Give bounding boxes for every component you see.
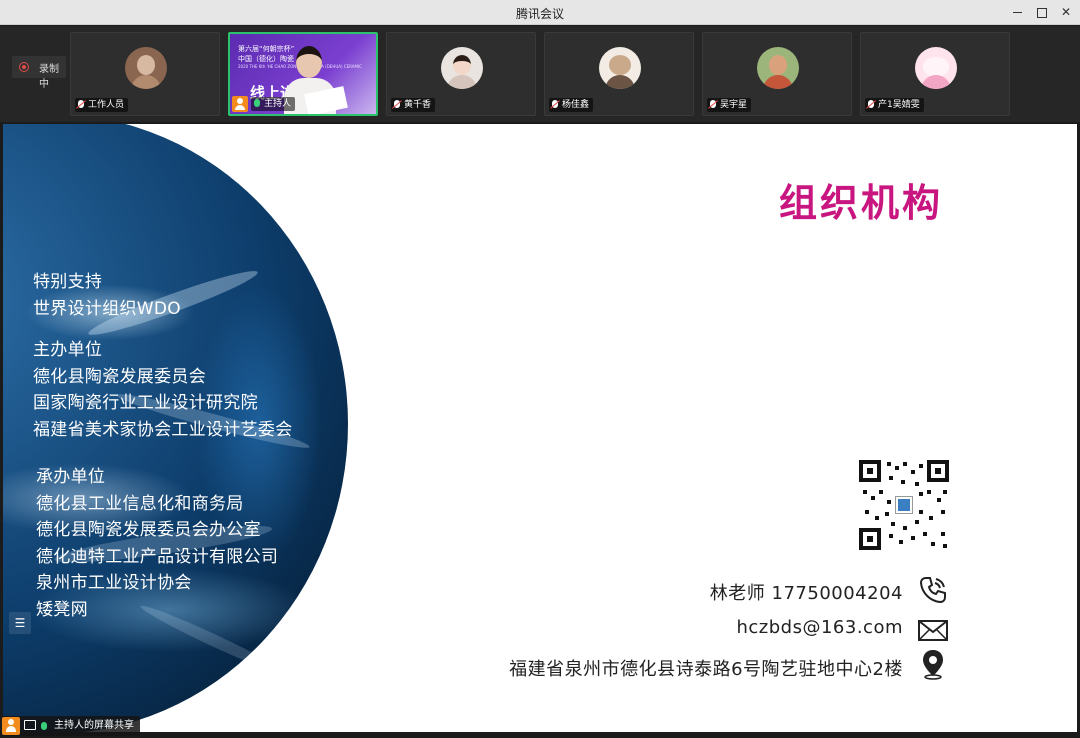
mic-muted-icon: [868, 100, 874, 108]
mic-on-icon: [254, 99, 260, 107]
participant-tile[interactable]: 杨佳鑫: [544, 32, 694, 116]
record-icon: [19, 62, 29, 72]
participant-nametag: 工作人员: [75, 98, 129, 112]
avatar: [599, 47, 641, 89]
mic-muted-icon: [552, 100, 558, 108]
recording-indicator[interactable]: 录制中: [12, 56, 66, 90]
org-section-special-support: 特别支持 世界设计组织WDO: [33, 272, 181, 319]
avatar: [125, 47, 167, 89]
participant-nametag: 产1吴婧雯: [865, 98, 924, 112]
contact-address: 福建省泉州市德化县诗泰路6号陶艺驻地中心2楼: [509, 659, 903, 680]
contact-phone: 林老师 17750004204: [709, 583, 903, 604]
shared-screen[interactable]: 特别支持 世界设计组织WDO 主办单位 德化县陶瓷发展委员会 国家陶瓷行业工业设…: [3, 124, 1077, 732]
mic-muted-icon: [394, 100, 400, 108]
close-button[interactable]: ✕: [1056, 3, 1076, 21]
avatar: [915, 47, 957, 89]
screen-share-icon: [24, 720, 36, 730]
participant-tile[interactable]: 产1吴婧雯: [860, 32, 1010, 116]
participant-tile-host[interactable]: 第六届“何朝宗杯” 中国（德化）陶瓷 2020 THE 6th 'HE CHAO…: [228, 32, 378, 116]
screen-share-bar[interactable]: 主持人的屏幕共享: [2, 716, 140, 736]
list-menu-icon[interactable]: ☰: [9, 612, 31, 634]
recording-label: 录制中: [39, 64, 59, 90]
org-section-hosts: 主办单位 德化县陶瓷发展委员会 国家陶瓷行业工业设计研究院 福建省美术家协会工业…: [33, 340, 293, 440]
avatar: [757, 47, 799, 89]
qr-code-icon: [859, 460, 949, 550]
participant-nametag: 杨佳鑫: [549, 98, 594, 112]
maximize-button[interactable]: [1032, 3, 1052, 21]
org-section-organizers: 承办单位 德化县工业信息化和商务局 德化县陶瓷发展委员会办公室 德化迪特工业产品…: [36, 467, 279, 620]
share-bar-label: 主持人的屏幕共享: [54, 720, 134, 731]
location-pin-icon: [923, 650, 943, 680]
participant-tile[interactable]: 工作人员: [70, 32, 220, 116]
window-title: 腾讯会议: [515, 7, 564, 21]
host-user-icon: [2, 717, 20, 735]
minimize-button[interactable]: [1008, 3, 1028, 21]
participant-tile[interactable]: 黄千香: [386, 32, 536, 116]
participant-nametag: 吴宇星: [707, 98, 752, 112]
contact-email: hczbds@163.com: [736, 617, 903, 638]
phone-icon: [919, 577, 946, 604]
video-strip: 录制中 工作人员 第六届“何朝宗杯” 中国（德化）陶瓷 2020 THE 6th…: [0, 26, 1080, 122]
mail-icon: [918, 620, 948, 641]
participant-tile[interactable]: 吴宇星: [702, 32, 852, 116]
mic-on-icon: [41, 722, 47, 730]
mic-muted-icon: [710, 100, 716, 108]
avatar: [441, 47, 483, 89]
window-titlebar: 腾讯会议 ✕: [0, 0, 1080, 25]
participant-nametag: 主持人: [251, 97, 296, 111]
mic-muted-icon: [78, 100, 84, 108]
host-user-icon: [232, 96, 248, 112]
participant-nametag: 黄千香: [391, 98, 436, 112]
slide-heading: 组织机构: [779, 181, 944, 225]
